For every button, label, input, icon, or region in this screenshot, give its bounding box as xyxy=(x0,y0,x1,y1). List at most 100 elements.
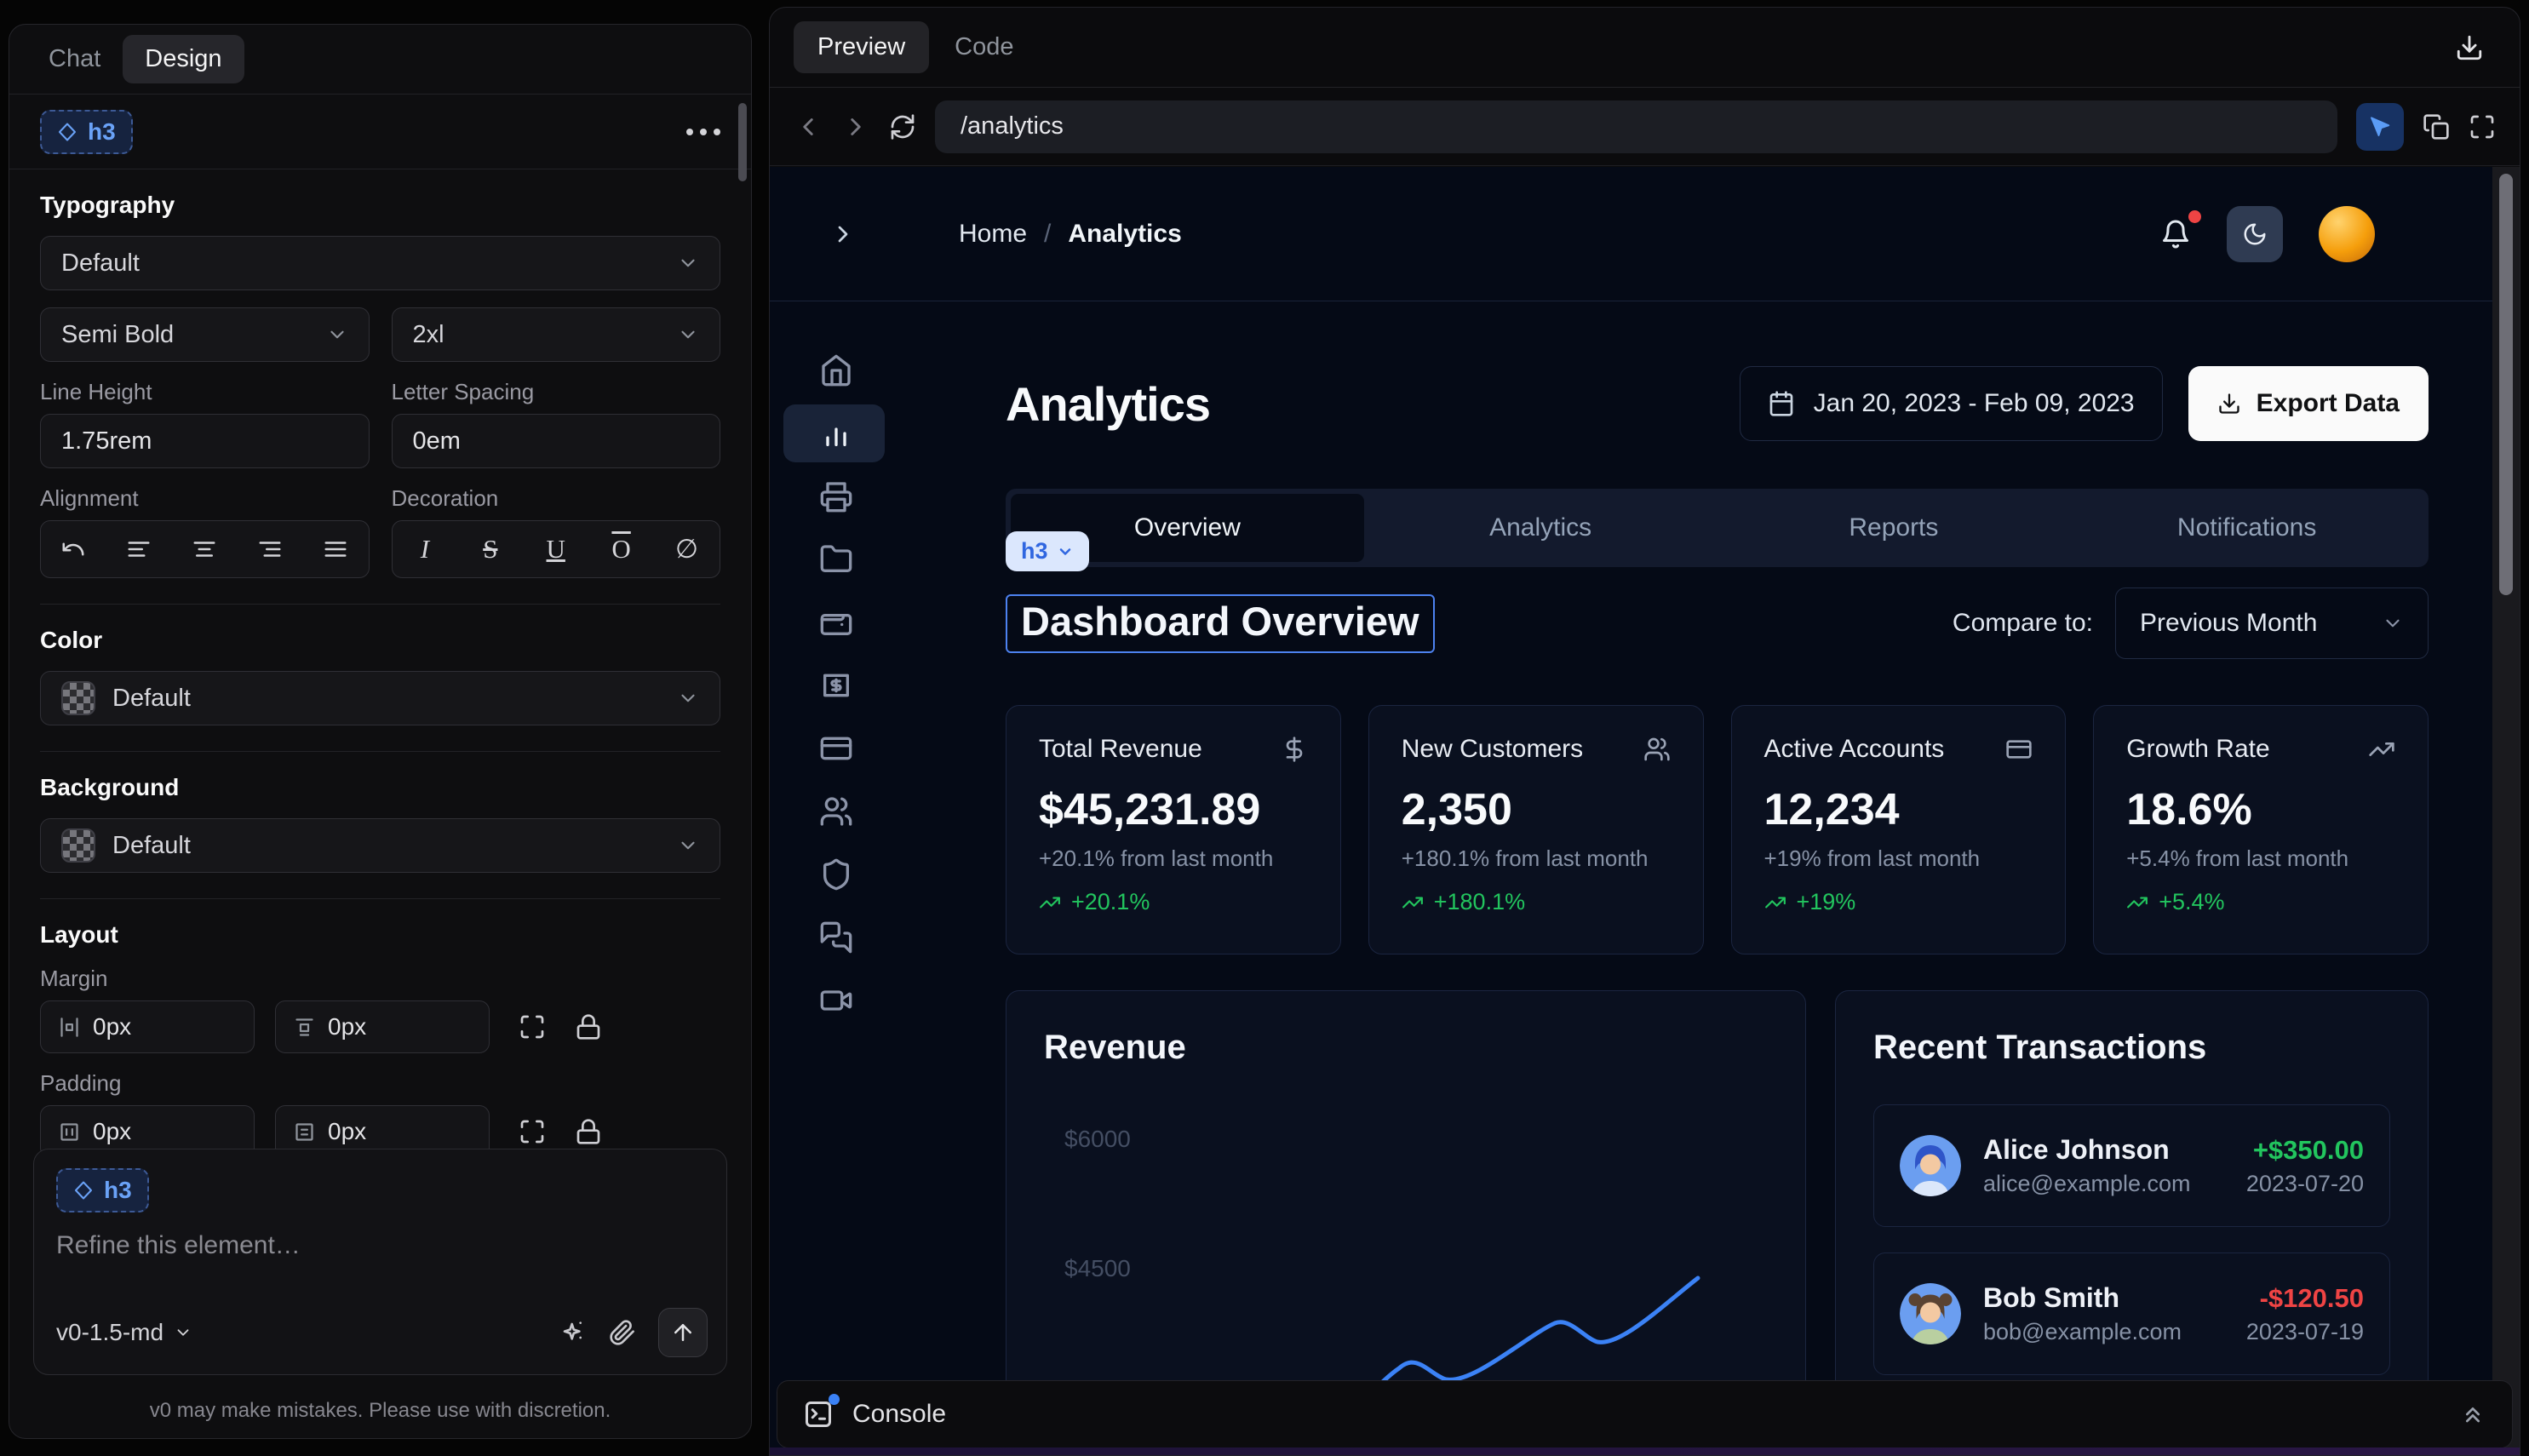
font-weight-select[interactable]: Semi Bold xyxy=(40,307,370,362)
tab-design[interactable]: Design xyxy=(123,35,244,83)
selected-element-tag[interactable]: h3 xyxy=(1006,531,1089,571)
underline-icon[interactable]: U xyxy=(536,530,576,569)
no-decoration-icon[interactable]: ∅ xyxy=(668,530,707,569)
diamond-icon xyxy=(73,1180,94,1201)
avatar xyxy=(1900,1283,1961,1344)
user-avatar[interactable] xyxy=(2319,206,2375,262)
sidebar-toggle-icon[interactable] xyxy=(829,221,857,248)
chevrons-up-icon[interactable] xyxy=(2459,1401,2486,1428)
lock-icon[interactable] xyxy=(575,1118,602,1145)
sidebar-item-security[interactable] xyxy=(770,843,902,906)
tab-chat[interactable]: Chat xyxy=(40,35,109,83)
dashboard-tabs: Overview Analytics Reports Notifications xyxy=(1006,489,2429,567)
avatar xyxy=(1900,1135,1961,1196)
tab-analytics[interactable]: Analytics xyxy=(1364,494,1718,562)
composer-element-badge[interactable]: h3 xyxy=(56,1168,149,1212)
align-center-icon[interactable] xyxy=(185,530,224,569)
transaction-date: 2023-07-20 xyxy=(2246,1171,2364,1197)
padding-x-value: 0px xyxy=(93,1118,131,1145)
composer-input[interactable]: Refine this element… xyxy=(56,1231,704,1260)
transaction-row[interactable]: Bob Smith bob@example.com -$120.50 2023-… xyxy=(1873,1253,2390,1375)
sidebar-item-receipts[interactable] xyxy=(770,654,902,717)
lock-icon[interactable] xyxy=(575,1013,602,1040)
transaction-row[interactable]: Alice Johnson alice@example.com +$350.00… xyxy=(1873,1104,2390,1227)
selected-element-badge[interactable]: h3 xyxy=(40,110,133,154)
shield-icon xyxy=(819,857,853,891)
sidebar-item-home[interactable] xyxy=(770,339,902,402)
preview-scrollbar-thumb[interactable] xyxy=(2499,174,2513,595)
background-select-value: Default xyxy=(112,832,191,860)
date-range-button[interactable]: Jan 20, 2023 - Feb 09, 2023 xyxy=(1740,366,2163,441)
inspect-cursor-icon[interactable] xyxy=(2356,103,2404,151)
notifications-bell-icon[interactable] xyxy=(2160,219,2191,249)
expand-sides-icon[interactable] xyxy=(519,1118,546,1145)
sidebar-item-analytics[interactable] xyxy=(770,402,902,465)
composer-element-label: h3 xyxy=(104,1177,132,1204)
send-button[interactable] xyxy=(658,1308,708,1357)
expand-sides-icon[interactable] xyxy=(519,1013,546,1040)
font-size-select[interactable]: 2xl xyxy=(392,307,721,362)
color-select[interactable]: Default xyxy=(40,671,720,725)
stat-title: New Customers xyxy=(1402,735,1583,764)
sidebar-item-files[interactable] xyxy=(770,528,902,591)
strikethrough-icon[interactable]: S xyxy=(471,530,510,569)
layout-section-title: Layout xyxy=(40,921,720,949)
tab-notifications[interactable]: Notifications xyxy=(2070,494,2423,562)
panel-scrollbar[interactable] xyxy=(738,103,747,181)
compare-select[interactable]: Previous Month xyxy=(2115,588,2429,659)
trend-up-icon xyxy=(1402,891,1424,914)
align-left-icon[interactable] xyxy=(119,530,158,569)
sidebar-item-messages[interactable] xyxy=(770,906,902,969)
sidebar-item-invoices[interactable] xyxy=(770,465,902,528)
overline-icon[interactable]: O xyxy=(602,530,641,569)
refresh-icon[interactable] xyxy=(889,113,916,140)
letter-spacing-input[interactable]: 0em xyxy=(392,414,721,468)
font-select[interactable]: Default xyxy=(40,236,720,290)
sidebar-item-cards[interactable] xyxy=(770,717,902,780)
tab-reports[interactable]: Reports xyxy=(1718,494,2071,562)
fullscreen-icon[interactable] xyxy=(2469,113,2496,140)
stat-change: +5.4% from last month xyxy=(2126,846,2395,872)
align-right-icon[interactable] xyxy=(250,530,290,569)
italic-icon[interactable]: I xyxy=(405,530,444,569)
forward-icon[interactable] xyxy=(841,112,870,141)
sidebar-item-video[interactable] xyxy=(770,969,902,1032)
folder-icon xyxy=(819,542,853,576)
date-range-value: Jan 20, 2023 - Feb 09, 2023 xyxy=(1814,389,2135,418)
transactions-card-title: Recent Transactions xyxy=(1873,1029,2390,1067)
back-icon[interactable] xyxy=(794,112,823,141)
console-bar[interactable]: Console xyxy=(777,1380,2513,1448)
undo-align-icon[interactable] xyxy=(54,530,93,569)
composer: h3 Refine this element… v0-1.5-md xyxy=(33,1149,727,1375)
paperclip-icon[interactable] xyxy=(609,1319,636,1346)
printer-icon xyxy=(819,479,853,513)
model-select[interactable]: v0-1.5-md xyxy=(56,1319,192,1346)
design-panel: Chat Design h3 Typography Default Semi B… xyxy=(9,24,752,1439)
tab-code[interactable]: Code xyxy=(955,33,1013,61)
sidebar-item-wallet[interactable] xyxy=(770,591,902,654)
section-heading-selected[interactable]: Dashboard Overview xyxy=(1006,594,1435,653)
stat-card-total-revenue: Total Revenue $45,231.89 +20.1% from las… xyxy=(1006,705,1341,954)
theme-toggle-button[interactable] xyxy=(2227,206,2283,262)
home-icon xyxy=(819,353,853,387)
sidebar-item-users[interactable] xyxy=(770,780,902,843)
terminal-icon xyxy=(803,1399,834,1430)
preview-scrollbar-track[interactable] xyxy=(2492,167,2520,1455)
align-justify-icon[interactable] xyxy=(316,530,355,569)
margin-x-input[interactable]: 0px xyxy=(40,1000,255,1053)
tab-preview[interactable]: Preview xyxy=(794,21,929,73)
download-icon[interactable] xyxy=(2455,33,2484,62)
line-height-input[interactable]: 1.75rem xyxy=(40,414,370,468)
ellipsis-menu-icon[interactable] xyxy=(686,129,720,135)
breadcrumb-home[interactable]: Home xyxy=(959,220,1027,249)
stat-trend: +19% xyxy=(1797,889,1856,915)
copy-icon[interactable] xyxy=(2423,113,2450,140)
background-select[interactable]: Default xyxy=(40,818,720,873)
stat-value: 12,234 xyxy=(1764,784,2033,835)
export-data-button[interactable]: Export Data xyxy=(2188,366,2429,441)
url-input[interactable]: /analytics xyxy=(935,100,2337,153)
transaction-email: alice@example.com xyxy=(1983,1171,2191,1197)
margin-y-input[interactable]: 0px xyxy=(275,1000,490,1053)
bar-chart-icon xyxy=(819,416,853,450)
sparkles-icon[interactable] xyxy=(559,1319,587,1346)
